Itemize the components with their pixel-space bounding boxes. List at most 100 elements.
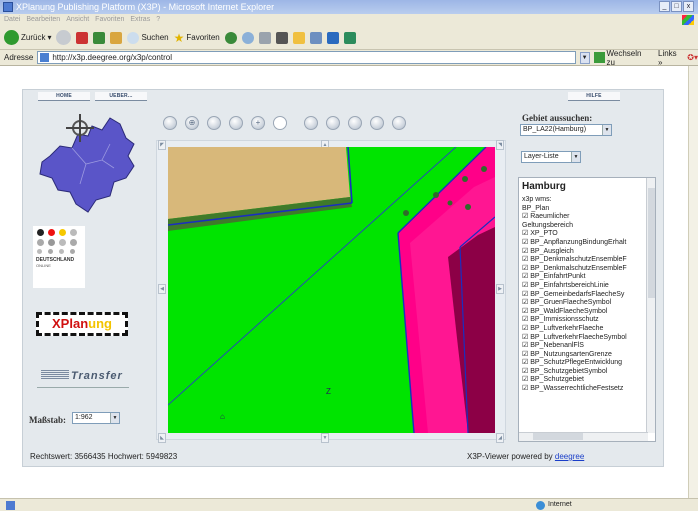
links-button[interactable]: Links » (658, 49, 683, 67)
layer-item[interactable]: ☑ BP_DenkmalschutzEnsembleF (519, 256, 655, 265)
previous-view-tool-icon[interactable] (229, 116, 243, 130)
full-extent-tool-icon[interactable] (348, 116, 362, 130)
hilfe-nav-button[interactable]: HILFE (568, 92, 620, 101)
stop-icon[interactable] (76, 31, 89, 44)
layer-item[interactable]: ☑ BP_LuftverkehrFlaeche (519, 325, 655, 334)
research-icon[interactable] (309, 31, 322, 44)
powered-by: X3P-Viewer powered by deegree (467, 452, 585, 461)
scale-select[interactable]: 1:962 ▼ (72, 412, 120, 424)
measure-tool-icon[interactable] (326, 116, 340, 130)
map-canvas[interactable]: Z ⌂ (168, 147, 495, 433)
layer-item[interactable]: ☑ BP_SchutzPflegeEntwicklung (519, 359, 655, 368)
chevron-down-icon: ▼ (110, 413, 119, 423)
maximize-button[interactable]: □ (671, 1, 682, 12)
region-label: Gebiet aussuchen: (522, 113, 593, 123)
info-tool-icon[interactable] (304, 116, 318, 130)
menu-favoriten[interactable]: Favoriten (95, 14, 124, 26)
history-icon[interactable] (224, 31, 237, 44)
deutschland-online-logo: DEUTSCHLAND ONLINE (33, 226, 85, 288)
folder-icon[interactable] (292, 31, 305, 44)
layer-item[interactable]: ☑ BP_EinfahrtPunkt (519, 273, 655, 282)
menu-ansicht[interactable]: Ansicht (66, 14, 89, 26)
layer-item[interactable]: ☑ BP_AnpflanzungBindungErhalt (519, 239, 655, 248)
page-scrollbar[interactable] (688, 66, 698, 498)
layer-list-panel[interactable]: Hamburg x3p wms: BP_Plan ☑ Raeumlicher G… (518, 177, 656, 442)
refresh-map-tool-icon[interactable] (163, 116, 177, 130)
map-symbol-label: ⌂ (220, 412, 225, 421)
chevron-down-icon: ▼ (602, 125, 611, 135)
transfer-logo: Transfer (37, 364, 129, 388)
layer-item[interactable]: ☑ BP_GruenFlaecheSymbol (519, 299, 655, 308)
forward-arrow-icon[interactable] (56, 30, 72, 45)
page-icon (40, 53, 50, 62)
layer-item[interactable]: ☑ BP_NebenanlFlS (519, 342, 655, 351)
pan-southwest-button[interactable]: ◣ (158, 433, 166, 443)
select-tool-icon[interactable] (370, 116, 384, 130)
layer-item[interactable]: ☑ BP_NutzungsartenGrenze (519, 351, 655, 360)
mail-icon[interactable] (241, 31, 254, 44)
pan-south-button[interactable]: ▼ (321, 433, 329, 443)
layer-item: BP_Plan (522, 204, 550, 212)
zoom-in-box-tool-icon[interactable]: ⊕ (185, 116, 199, 130)
menu-extras[interactable]: Extras (130, 14, 150, 26)
overview-map[interactable] (30, 104, 146, 216)
pan-east-button[interactable]: ▶ (496, 284, 504, 294)
layer-item[interactable]: ☑ BP_Immissionsschutz (519, 316, 655, 325)
address-input[interactable]: http://x3p.deegree.org/x3p/control (37, 51, 576, 64)
layer-item[interactable]: ☑ XP_PTO (519, 230, 655, 239)
search-icon (127, 31, 140, 44)
back-button[interactable]: Zurück ▾ (4, 30, 51, 45)
menu-datei[interactable]: Datei (4, 14, 20, 26)
refresh-icon[interactable] (93, 31, 106, 44)
scale-label: Maßstab: (29, 415, 67, 425)
ueber-nav-button[interactable]: UEBER... (95, 92, 147, 101)
favorites-button[interactable]: ★ Favoriten (174, 31, 220, 45)
layer-item[interactable]: ☑ BP_LuftverkehrFlaecheSymbol (519, 334, 655, 343)
print-icon[interactable] (258, 31, 271, 44)
edit-icon[interactable] (275, 31, 288, 44)
home-icon[interactable] (110, 31, 123, 44)
menu-bar: Datei Bearbeiten Ansicht Favoriten Extra… (0, 14, 698, 26)
layer-list-vscrollbar[interactable] (646, 178, 655, 433)
pan-west-button[interactable]: ◀ (158, 284, 166, 294)
layer-item[interactable]: ☑ BP_GemeinbedarfsFlaecheSy (519, 291, 655, 300)
layer-item[interactable]: ☑ BP_EinfahrtsbereichLinie (519, 282, 655, 291)
print-tool-icon[interactable] (392, 116, 406, 130)
layer-list-hscrollbar[interactable] (519, 432, 648, 441)
contacts-icon[interactable] (343, 31, 356, 44)
menu-bearbeiten[interactable]: Bearbeiten (26, 14, 60, 26)
browser-toolbar: Zurück ▾ Suchen ★ Favoriten (0, 26, 698, 50)
page-status-icon (6, 501, 15, 510)
search-button[interactable]: Suchen (127, 31, 169, 44)
layer-list-select[interactable]: Layer-Liste ▼ (521, 151, 581, 163)
layer-item[interactable]: ☑ BP_Ausgleich (519, 248, 655, 257)
home-nav-button[interactable]: HOME (38, 92, 90, 101)
pan-tool-icon[interactable] (273, 116, 287, 130)
address-label: Adresse (4, 53, 34, 62)
status-bar: Internet (0, 498, 698, 511)
layer-item[interactable]: ☑ BP_WasserrechtlicheFestsetz (519, 385, 655, 394)
zoom-out-tool-icon[interactable] (207, 116, 221, 130)
window-title: XPlanung Publishing Platform (X3P) - Mic… (16, 2, 275, 12)
pan-southeast-button[interactable]: ◢ (496, 433, 504, 443)
go-button[interactable]: Wechseln zu (593, 49, 652, 67)
region-select[interactable]: BP_LA22(Hamburg) ▼ (520, 124, 612, 136)
chevron-down-icon: ▼ (571, 152, 580, 162)
toolbar-extra-icon[interactable]: ✪▾ (687, 53, 698, 62)
menu-help[interactable]: ? (156, 14, 160, 26)
zoom-in-tool-icon[interactable]: + (251, 116, 265, 130)
coordinate-readout: Rechtswert: 3566435 Hochwert: 5949823 (30, 452, 178, 461)
xplanung-logo: XPlanung (36, 312, 128, 336)
pan-northeast-button[interactable]: ◥ (496, 140, 504, 150)
messenger-icon[interactable] (326, 31, 339, 44)
close-button[interactable]: x (683, 1, 694, 12)
ie-icon (3, 2, 13, 12)
window-titlebar: XPlanung Publishing Platform (X3P) - Mic… (0, 0, 698, 14)
deegree-link[interactable]: deegree (555, 452, 584, 461)
minimize-button[interactable]: _ (659, 1, 670, 12)
layer-item[interactable]: ☑ BP_Schutzgebiet (519, 376, 655, 385)
layer-item[interactable]: ☑ Raeumlicher (519, 213, 655, 222)
pan-northwest-button[interactable]: ◤ (158, 140, 166, 150)
address-dropdown-button[interactable]: ▼ (579, 51, 590, 64)
globe-icon (536, 501, 545, 510)
